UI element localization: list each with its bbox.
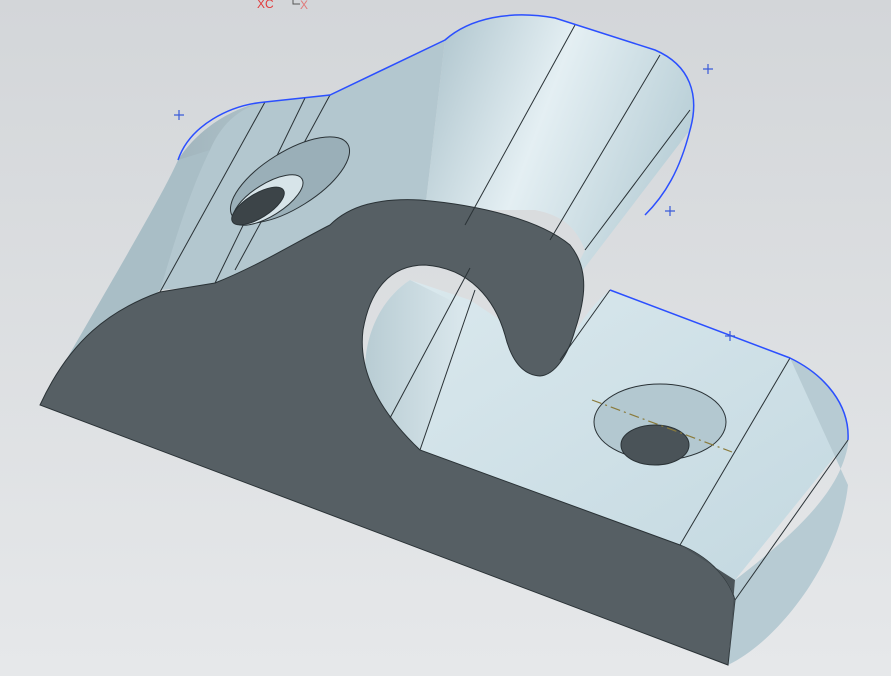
graphics-viewport[interactable]: XC X (0, 0, 891, 676)
x-axis-label: X (300, 0, 309, 12)
model-canvas[interactable] (0, 0, 891, 676)
xc-axis-label: XC (257, 0, 274, 11)
